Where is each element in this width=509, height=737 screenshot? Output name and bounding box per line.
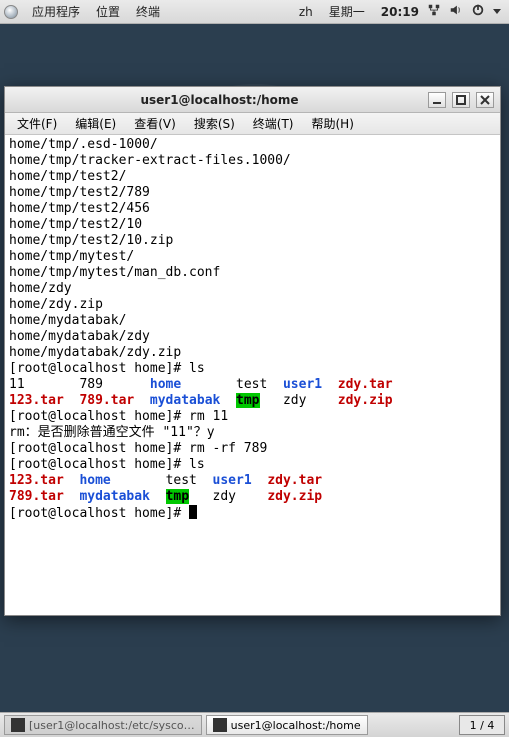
terminal-output[interactable]: home/tmp/.esd-1000/ home/tmp/tracker-ext… [5,135,500,615]
power-icon[interactable] [471,3,485,20]
menu-search[interactable]: 搜索(S) [186,113,243,134]
taskbar-item-label: user1@localhost:/home [231,719,361,732]
ls-entry-archive: 123.tar [9,393,64,408]
menu-terminal-menu[interactable]: 终端(T) [245,113,302,134]
ls-entry: zdy [283,393,306,408]
ls-entry-dir: user1 [213,473,252,488]
output-line: home/mydatabak/ [9,313,126,328]
output-line: home/tmp/test2/789 [9,185,150,200]
clock-weekday[interactable]: 星期一 [321,3,373,20]
window-close-button[interactable] [476,92,494,108]
menu-file[interactable]: 文件(F) [9,113,65,134]
menu-help[interactable]: 帮助(H) [304,113,362,134]
output-line: home/mydatabak/zdy.zip [9,345,181,360]
ls-entry: 11 [9,377,25,392]
window-maximize-button[interactable] [452,92,470,108]
output-line: home/tmp/mytest/man_db.conf [9,265,220,280]
ls-entry-dir: home [79,473,110,488]
ls-entry-archive: zdy.zip [267,489,322,504]
menu-terminal[interactable]: 终端 [128,3,168,20]
output-line: home/zdy [9,281,72,296]
output-line: home/tmp/test2/10 [9,217,142,232]
taskbar-item-terminal-1[interactable]: [user1@localhost:/etc/sysco… [4,715,202,735]
ls-entry: 789 [79,377,102,392]
terminal-cursor [189,505,197,519]
prompt-line: [root@localhost home]# ls [9,361,205,376]
menu-edit[interactable]: 编辑(E) [67,113,124,134]
ls-entry-archive: zdy.tar [267,473,322,488]
ls-entry-sticky: tmp [236,393,259,408]
input-method-indicator[interactable]: zh [291,5,321,19]
menu-places[interactable]: 位置 [88,3,128,20]
output-line: rm：是否删除普通空文件 "11"？y [9,425,215,440]
ls-entry-dir: user1 [283,377,322,392]
taskbar-item-label: [user1@localhost:/etc/sysco… [29,719,195,732]
ls-entry-sticky: tmp [166,489,189,504]
terminal-window: user1@localhost:/home 文件(F) 编辑(E) 查看(V) … [4,86,501,616]
ls-entry-dir: mydatabak [79,489,149,504]
workspace-switcher[interactable]: 1 / 4 [459,715,505,735]
ls-entry-archive: 789.tar [79,393,134,408]
taskbar-item-terminal-2[interactable]: user1@localhost:/home [206,715,368,735]
ls-entry-dir: mydatabak [150,393,220,408]
output-line: home/tmp/test2/456 [9,201,150,216]
ls-entry-dir: home [150,377,181,392]
output-line: home/mydatabak/zdy [9,329,150,344]
ls-entry: test [166,473,197,488]
top-panel: 应用程序 位置 终端 zh 星期一 20:19 [0,0,509,24]
prompt-line: [root@localhost home]# rm 11 [9,409,228,424]
output-line: home/tmp/test2/10.zip [9,233,173,248]
terminal-icon [11,718,25,732]
prompt-line: [root@localhost home]# [9,506,189,521]
window-titlebar[interactable]: user1@localhost:/home [5,87,500,113]
output-line: home/tmp/mytest/ [9,249,134,264]
menu-applications[interactable]: 应用程序 [24,3,88,20]
terminal-icon [213,718,227,732]
window-minimize-button[interactable] [428,92,446,108]
ls-entry-archive: zdy.zip [338,393,393,408]
output-line: home/tmp/.esd-1000/ [9,137,158,152]
ls-entry-archive: 789.tar [9,489,64,504]
window-title: user1@localhost:/home [11,93,428,107]
volume-icon[interactable] [449,3,463,20]
output-line: home/zdy.zip [9,297,103,312]
bottom-panel: [user1@localhost:/etc/sysco… user1@local… [0,712,509,737]
ls-entry-archive: 123.tar [9,473,64,488]
prompt-line: [root@localhost home]# ls [9,457,205,472]
ls-entry: test [236,377,267,392]
output-line: home/tmp/test2/ [9,169,126,184]
ls-entry: zdy [213,489,236,504]
menu-view[interactable]: 查看(V) [126,113,184,134]
network-icon[interactable] [427,3,441,20]
output-line: home/tmp/tracker-extract-files.1000/ [9,153,291,168]
prompt-line: [root@localhost home]# rm -rf 789 [9,441,267,456]
clock-time[interactable]: 20:19 [373,5,427,19]
terminal-menubar: 文件(F) 编辑(E) 查看(V) 搜索(S) 终端(T) 帮助(H) [5,113,500,135]
system-logo-icon [4,5,18,19]
ls-entry-archive: zdy.tar [338,377,393,392]
user-menu-dropdown-icon[interactable] [493,9,501,14]
system-tray [427,3,505,20]
